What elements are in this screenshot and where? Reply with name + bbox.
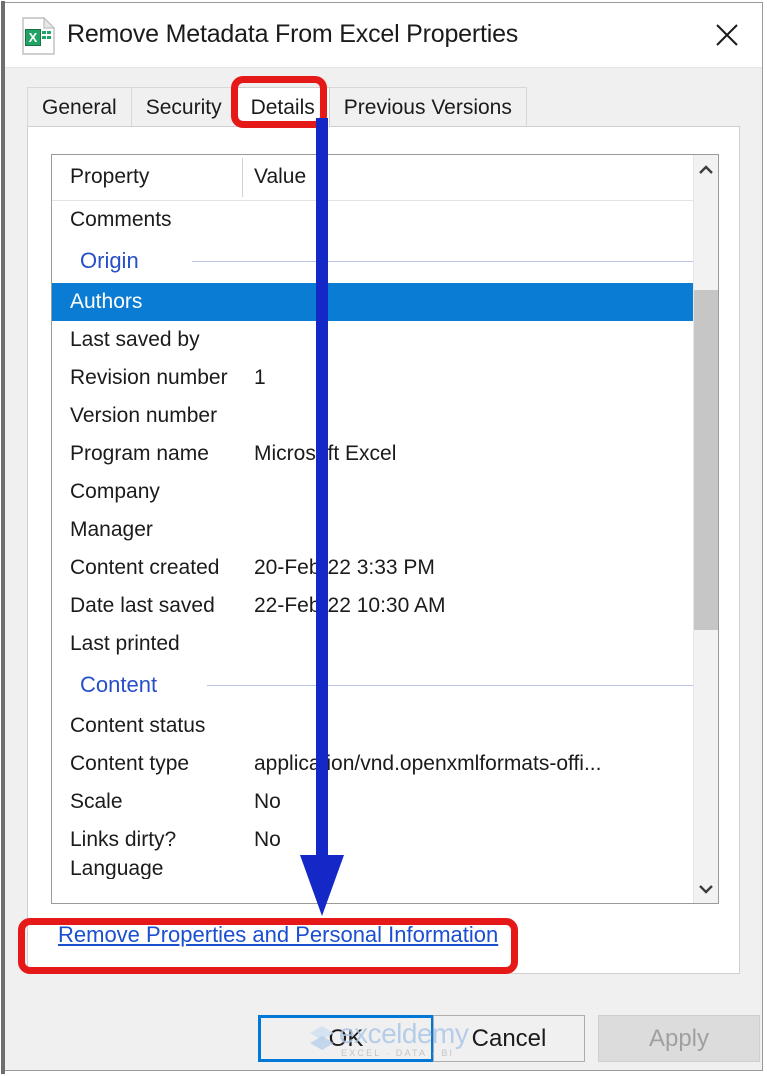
table-row[interactable]: Revision number 1 xyxy=(52,359,696,397)
property-value: 20-Feb-22 3:33 PM xyxy=(254,556,435,579)
tab-label: General xyxy=(42,95,117,119)
apply-button[interactable]: Apply xyxy=(598,1015,760,1062)
table-row[interactable]: Comments xyxy=(52,201,696,239)
property-listbox[interactable]: Property Value Comments Origin Authors L… xyxy=(51,154,719,904)
tab-label: Security xyxy=(145,95,222,119)
property-name: Program name xyxy=(70,442,209,465)
group-divider-line xyxy=(207,685,696,686)
group-divider-line xyxy=(192,261,696,262)
property-name: Authors xyxy=(70,290,143,313)
property-name: Comments xyxy=(70,208,172,231)
table-row[interactable]: Company xyxy=(52,473,696,511)
table-row[interactable]: Last printed xyxy=(52,625,696,663)
excel-file-icon: X xyxy=(21,16,56,55)
group-label: Origin xyxy=(80,248,139,273)
table-row[interactable]: Links dirty? No xyxy=(52,821,696,859)
property-value: Microsoft Excel xyxy=(254,442,397,465)
property-value: application/vnd.openxmlformats-offi... xyxy=(254,752,602,775)
screenshot-root: X Remove Metadata From Excel Properties … xyxy=(0,0,767,1076)
column-header-value[interactable]: Value xyxy=(254,165,306,189)
tab-details[interactable]: Details xyxy=(235,87,330,127)
details-tab-panel: Property Value Comments Origin Authors L… xyxy=(27,126,740,974)
cancel-button[interactable]: Cancel xyxy=(433,1015,585,1062)
dialog-titlebar: X Remove Metadata From Excel Properties xyxy=(5,3,762,68)
table-row[interactable]: Content created 20-Feb-22 3:33 PM xyxy=(52,549,696,587)
group-label: Content xyxy=(80,672,158,697)
chevron-down-icon[interactable] xyxy=(694,875,718,901)
table-row[interactable]: Language xyxy=(52,859,696,879)
table-row[interactable]: Content type application/vnd.openxmlform… xyxy=(52,745,696,783)
tab-label: Previous Versions xyxy=(343,95,512,119)
property-name: Scale xyxy=(70,790,123,813)
property-value: 1 xyxy=(254,366,266,389)
tab-general[interactable]: General xyxy=(27,87,132,127)
table-row[interactable]: Last saved by xyxy=(52,321,696,359)
property-name: Version number xyxy=(70,404,218,427)
table-row[interactable]: Version number xyxy=(52,397,696,435)
property-name: Links dirty? xyxy=(70,828,177,851)
group-header-origin: Origin xyxy=(52,239,696,283)
column-header-property[interactable]: Property xyxy=(70,165,149,189)
vertical-scrollbar[interactable] xyxy=(693,155,718,903)
property-rows: Comments Origin Authors Last saved by Re… xyxy=(52,201,696,903)
properties-dialog: X Remove Metadata From Excel Properties … xyxy=(1,1,763,1074)
tab-strip: General Security Details Previous Versio… xyxy=(27,87,527,127)
chevron-up-icon[interactable] xyxy=(694,157,718,183)
table-row[interactable]: Content status xyxy=(52,707,696,745)
tab-label: Details xyxy=(250,95,315,119)
tab-previous-versions[interactable]: Previous Versions xyxy=(328,87,527,127)
table-row[interactable]: Program name Microsoft Excel xyxy=(52,435,696,473)
cancel-button-label: Cancel xyxy=(471,1024,547,1052)
table-row[interactable]: Scale No xyxy=(52,783,696,821)
property-name: Language xyxy=(70,859,164,879)
property-name: Content type xyxy=(70,752,190,775)
property-value: 22-Feb-22 10:30 AM xyxy=(254,594,446,617)
table-row[interactable]: Authors xyxy=(52,283,696,321)
property-name: Content created xyxy=(70,556,220,579)
property-value: No xyxy=(254,790,281,813)
close-icon[interactable] xyxy=(702,13,752,57)
table-row[interactable]: Date last saved 22-Feb-22 10:30 AM xyxy=(52,587,696,625)
remove-properties-link[interactable]: Remove Properties and Personal Informati… xyxy=(58,922,498,948)
group-header-content: Content xyxy=(52,663,696,707)
property-name: Company xyxy=(70,480,160,503)
property-name: Last saved by xyxy=(70,328,200,351)
property-name: Revision number xyxy=(70,366,228,389)
dialog-title: Remove Metadata From Excel Properties xyxy=(67,20,519,48)
svg-text:X: X xyxy=(29,30,38,45)
column-divider[interactable] xyxy=(242,158,243,197)
table-row[interactable]: Manager xyxy=(52,511,696,549)
tab-security[interactable]: Security xyxy=(130,87,237,127)
property-name: Manager xyxy=(70,518,153,541)
ok-button[interactable]: OK xyxy=(258,1015,434,1062)
property-name: Content status xyxy=(70,714,206,737)
property-name: Date last saved xyxy=(70,594,215,617)
ok-button-label: OK xyxy=(328,1024,364,1052)
apply-button-label: Apply xyxy=(648,1024,710,1052)
property-name: Last printed xyxy=(70,632,180,655)
scrollbar-thumb[interactable] xyxy=(694,290,718,630)
property-value: No xyxy=(254,828,281,851)
listbox-header: Property Value xyxy=(52,155,718,201)
